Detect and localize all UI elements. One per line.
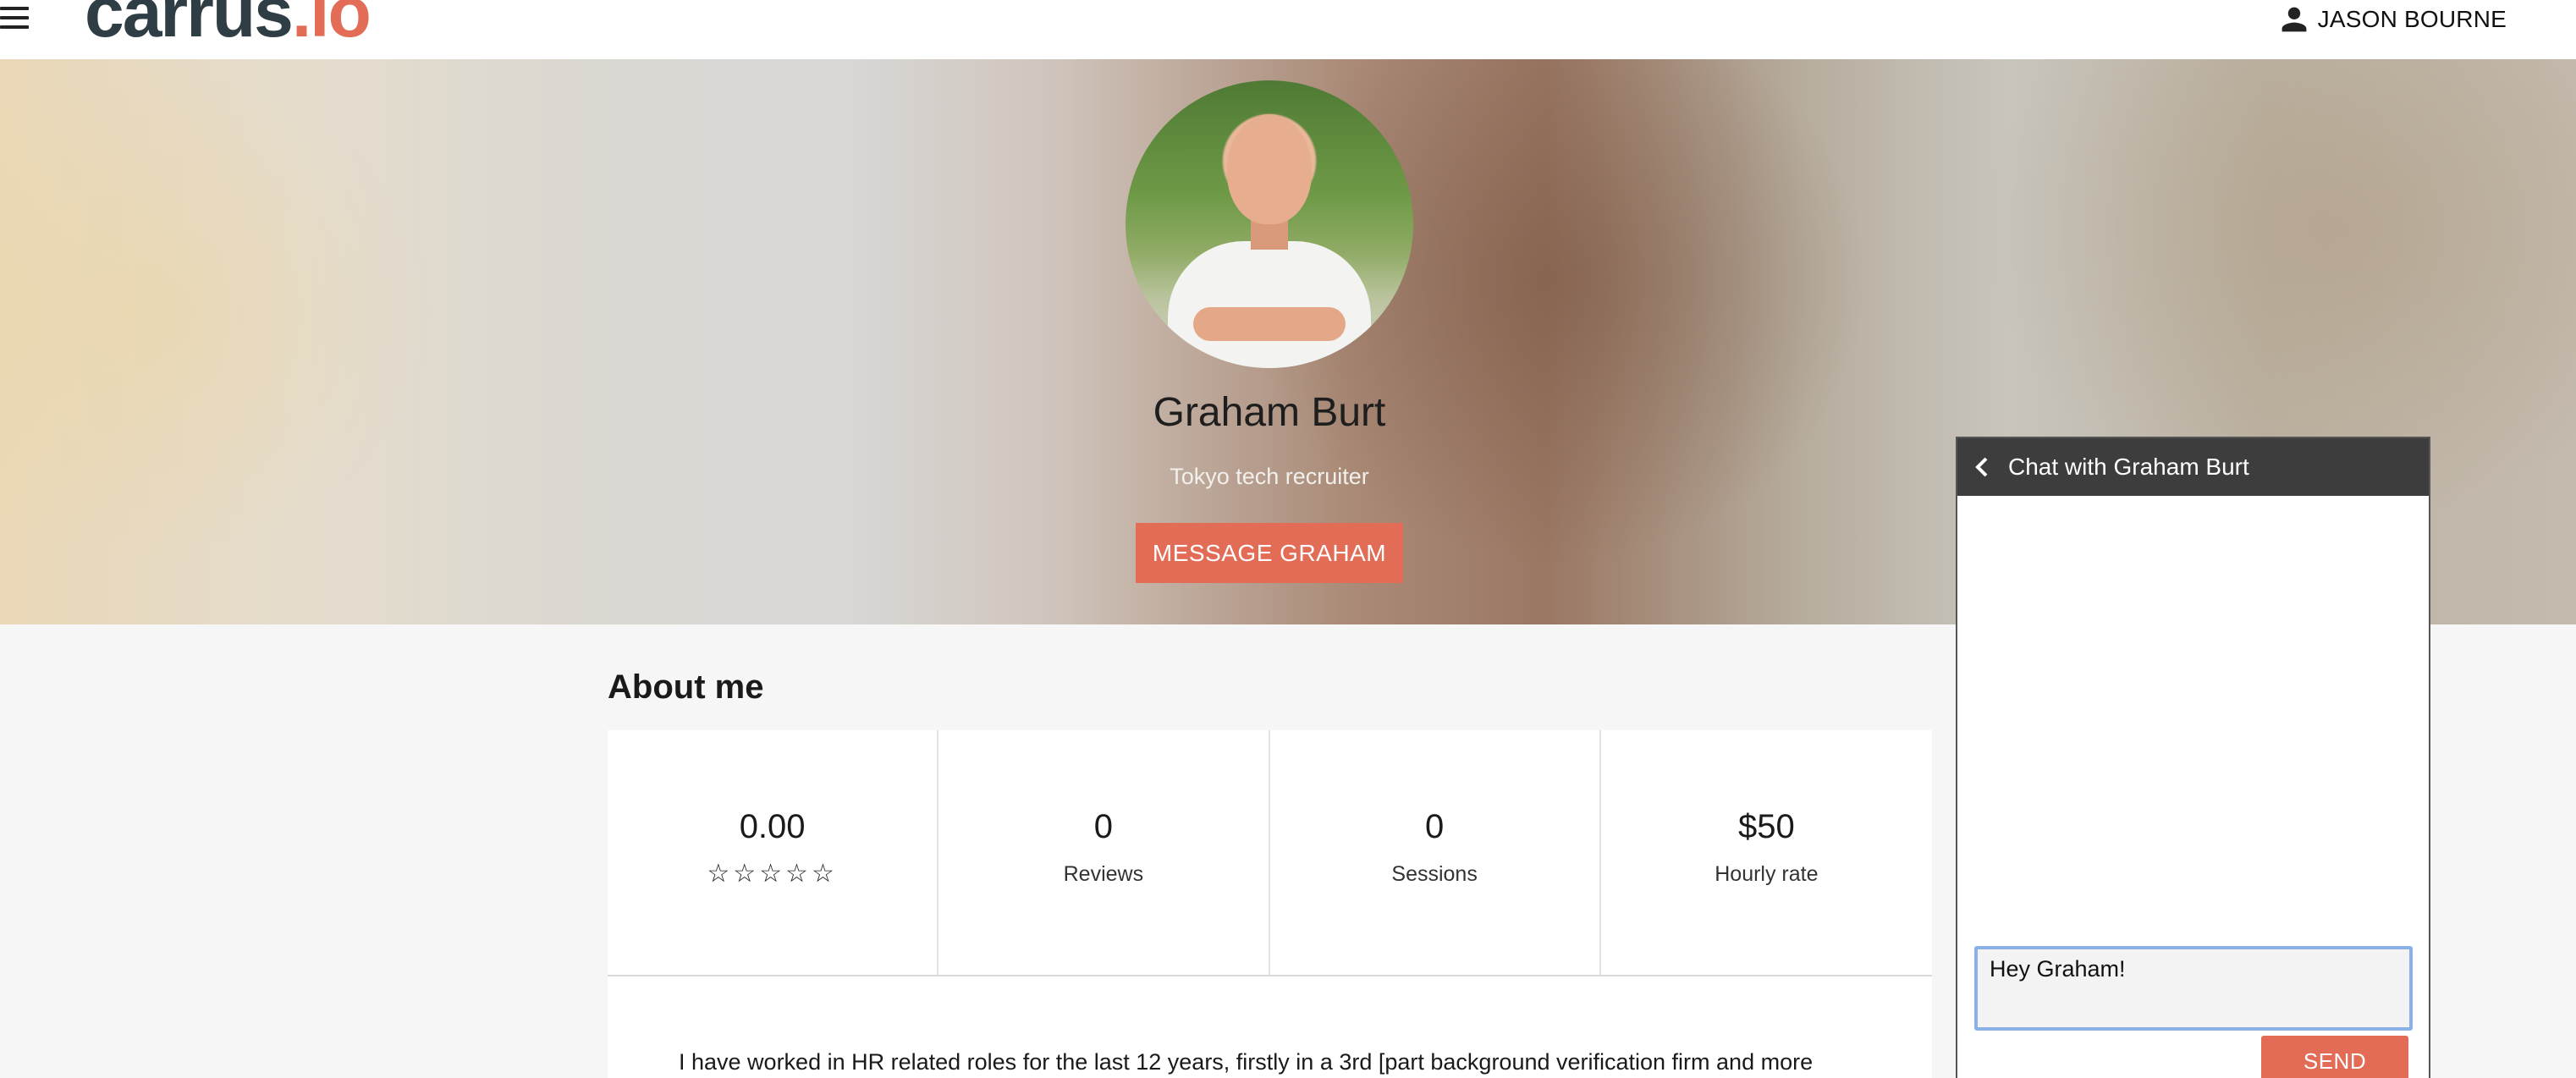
- bio-panel: I have worked in HR related roles for th…: [608, 976, 1932, 1078]
- user-menu[interactable]: JASON BOURNE: [2279, 0, 2507, 39]
- logo-accent-text: .io: [291, 0, 372, 52]
- reviews-value: 0: [1093, 808, 1113, 845]
- person-icon: [2282, 7, 2307, 32]
- top-navbar: carrus.io JASON BOURNE: [0, 0, 2576, 59]
- chat-title: Chat with Graham Burt: [2008, 454, 2249, 480]
- stat-reviews: 0 Reviews: [938, 730, 1270, 975]
- profile-name: Graham Burt: [1153, 390, 1386, 435]
- hourly-rate-label: Hourly rate: [1715, 862, 1819, 886]
- chat-window: Chat with Graham Burt SEND: [1956, 437, 2430, 1078]
- stat-sessions: 0 Sessions: [1270, 730, 1601, 975]
- stats-panel: 0.00 ☆☆☆☆☆ 0 Reviews 0 Sessions $50 Hour…: [608, 730, 1932, 976]
- chat-header: Chat with Graham Burt: [1957, 438, 2429, 496]
- profile-avatar: [1126, 80, 1413, 368]
- hourly-rate-value: $50: [1738, 808, 1795, 845]
- stat-hourly-rate: $50 Hourly rate: [1601, 730, 1932, 975]
- sessions-label: Sessions: [1391, 862, 1478, 886]
- bio-text: I have worked in HR related roles for th…: [679, 1049, 1814, 1075]
- star-rating-icons: ☆☆☆☆☆: [707, 860, 838, 888]
- menu-icon[interactable]: [0, 7, 29, 30]
- logo-main-text: carrus: [85, 0, 294, 52]
- message-button[interactable]: MESSAGE GRAHAM: [1136, 523, 1403, 583]
- back-chevron-icon[interactable]: [1957, 438, 2008, 496]
- logo[interactable]: carrus.io: [85, 0, 372, 47]
- chat-message-input[interactable]: [1974, 946, 2413, 1031]
- user-name: JASON BOURNE: [2317, 6, 2507, 32]
- rating-value: 0.00: [739, 808, 806, 845]
- about-title: About me: [608, 668, 764, 706]
- sessions-value: 0: [1425, 808, 1445, 845]
- stat-rating: 0.00 ☆☆☆☆☆: [608, 730, 939, 975]
- reviews-label: Reviews: [1063, 862, 1144, 886]
- send-button[interactable]: SEND: [2261, 1036, 2408, 1078]
